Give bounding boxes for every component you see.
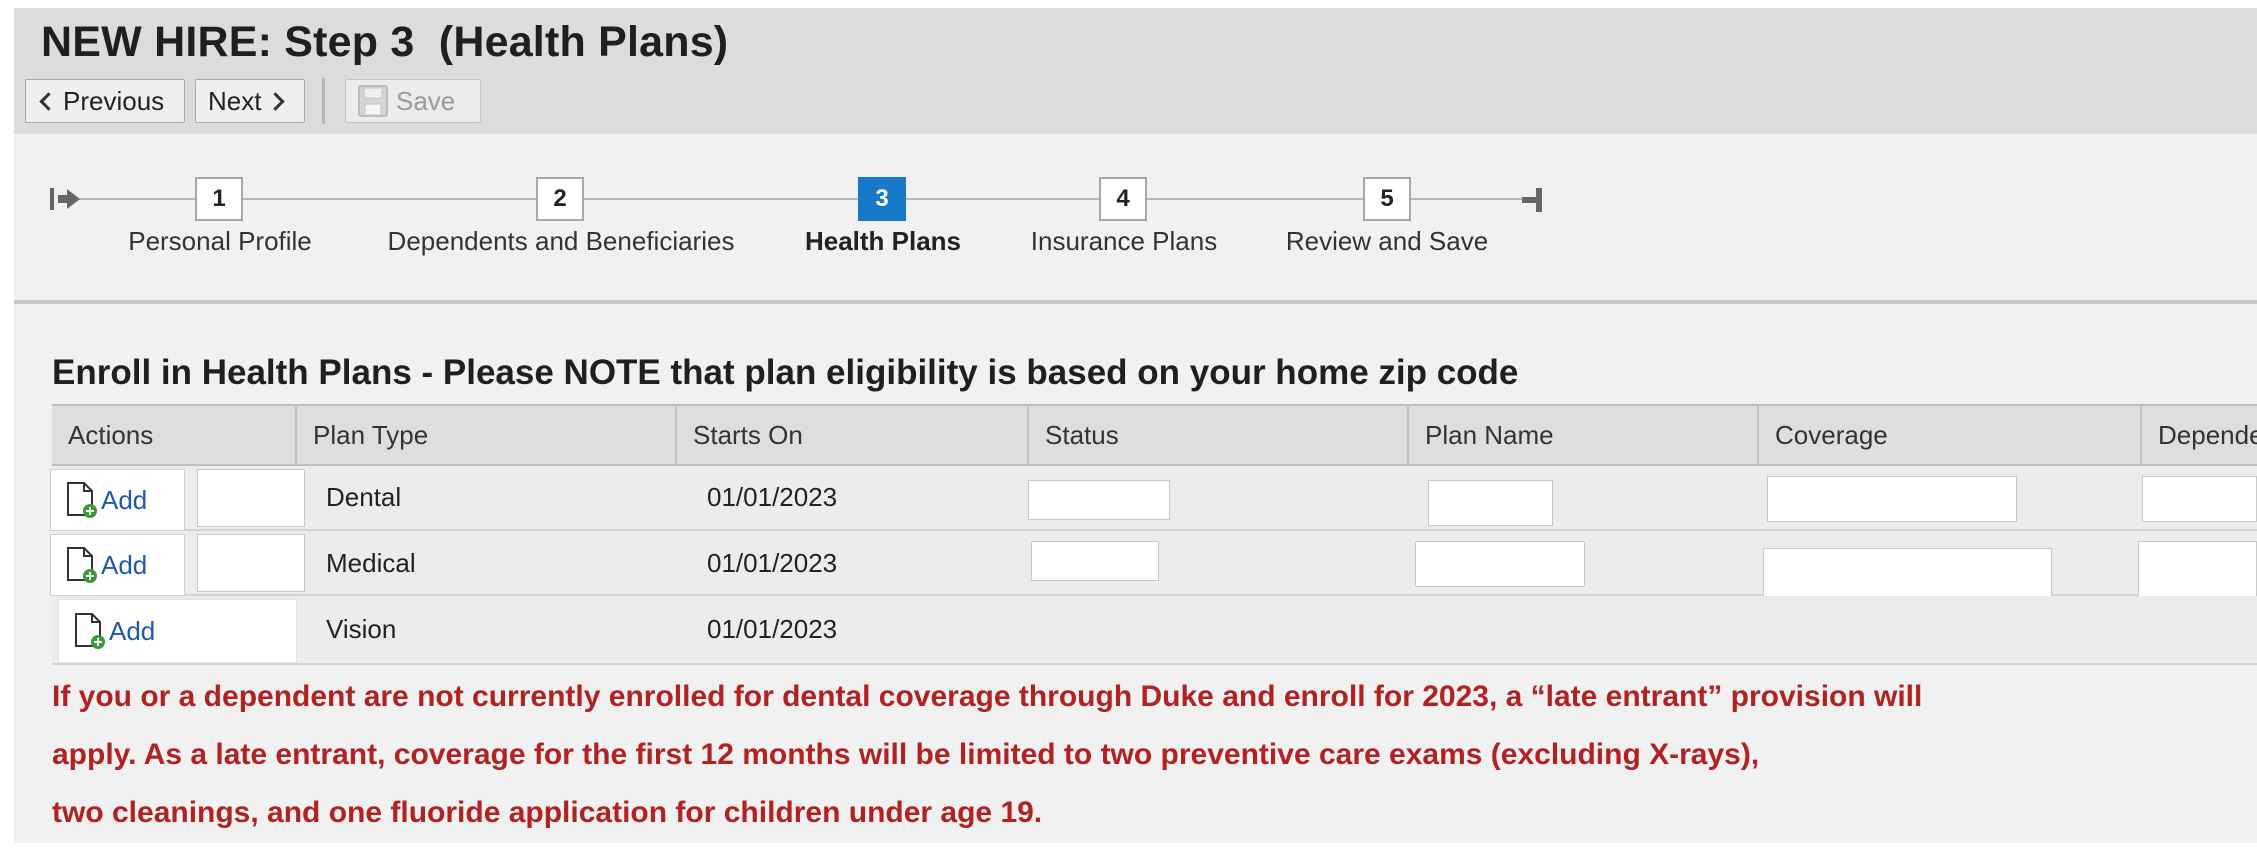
add-link-text[interactable]: Add	[101, 485, 147, 516]
header-bar: NEW HIRE: Step 3 (Health Plans) Previous…	[14, 8, 2257, 134]
column-header-plan-type[interactable]: Plan Type	[295, 406, 675, 464]
table-header: Actions Plan Type Starts On Status Plan …	[52, 404, 2257, 466]
plan-type-cell: Dental	[326, 482, 402, 512]
step-track	[76, 198, 1526, 200]
save-button[interactable]: Save	[345, 79, 481, 123]
add-link-text[interactable]: Add	[101, 550, 147, 581]
starts-on-cell: 01/01/2023	[707, 614, 838, 644]
column-header-plan-name[interactable]: Plan Name	[1407, 406, 1757, 464]
step-2-label[interactable]: Dependents and Beneficiaries	[388, 226, 735, 257]
status-field[interactable]	[1028, 480, 1170, 520]
step-4-label[interactable]: Insurance Plans	[1031, 226, 1217, 257]
section-title: Enroll in Health Plans - Please NOTE tha…	[52, 353, 1519, 392]
late-entrant-notice-line-3: two cleanings, and one fluoride applicat…	[52, 796, 1043, 829]
next-button[interactable]: Next	[195, 79, 305, 123]
add-document-icon	[75, 613, 105, 649]
add-link-text[interactable]: Add	[109, 616, 155, 647]
health-plans-table: Actions Plan Type Starts On Status Plan …	[50, 404, 2257, 667]
previous-button[interactable]: Previous	[25, 79, 185, 123]
plan-name-field[interactable]	[1415, 541, 1585, 587]
status-field[interactable]	[1031, 541, 1159, 581]
plan-type-cell: Vision	[326, 614, 397, 644]
previous-label: Previous	[63, 85, 165, 116]
add-document-icon	[67, 482, 97, 518]
start-arrow-icon	[50, 188, 80, 210]
table-row: Add Vision 01/01/2023	[52, 596, 2257, 665]
starts-on-cell: 01/01/2023	[707, 482, 838, 512]
chevron-left-icon	[39, 91, 58, 111]
page: NEW HIRE: Step 3 (Health Plans) Previous…	[14, 8, 2257, 843]
step-indicator: 1 Personal Profile 2 Dependents and Bene…	[14, 134, 2257, 310]
plan-name-field[interactable]	[1428, 480, 1553, 526]
add-medical-button[interactable]: Add	[50, 534, 185, 596]
actions-field[interactable]	[197, 534, 305, 592]
add-dental-button[interactable]: Add	[50, 469, 185, 531]
table-row: Add Medical 01/01/2023	[50, 531, 2257, 602]
step-2-marker[interactable]: 2	[536, 177, 584, 221]
coverage-field[interactable]	[1763, 548, 2052, 602]
column-header-coverage[interactable]: Coverage	[1757, 406, 2140, 464]
save-icon	[358, 85, 388, 117]
step-4-marker[interactable]: 4	[1099, 177, 1147, 221]
step-5-label[interactable]: Review and Save	[1286, 226, 1488, 257]
step-1-label[interactable]: Personal Profile	[128, 226, 312, 257]
section-divider	[14, 300, 2257, 304]
step-1-marker[interactable]: 1	[195, 177, 243, 221]
starts-on-cell: 01/01/2023	[707, 548, 838, 578]
plan-type-cell: Medical	[326, 548, 416, 578]
coverage-field[interactable]	[1767, 476, 2017, 522]
add-document-icon	[67, 547, 97, 583]
chevron-right-icon	[266, 91, 286, 111]
step-5-marker[interactable]: 5	[1363, 177, 1411, 221]
save-label: Save	[396, 85, 456, 116]
column-header-actions[interactable]: Actions	[52, 406, 295, 464]
table-row: Add Dental 01/01/2023	[50, 466, 2257, 531]
dependents-field[interactable]	[2138, 541, 2257, 597]
end-marker-icon	[1522, 188, 1542, 212]
page-title: NEW HIRE: Step 3 (Health Plans)	[41, 18, 729, 66]
column-header-dependents[interactable]: Depende	[2140, 406, 2257, 464]
late-entrant-notice-line-1: If you or a dependent are not currently …	[52, 680, 1923, 713]
step-3-label[interactable]: Health Plans	[805, 226, 961, 257]
late-entrant-notice-line-2: apply. As a late entrant, coverage for t…	[52, 738, 1760, 771]
step-3-marker[interactable]: 3	[858, 177, 906, 221]
dependents-field[interactable]	[2142, 476, 2257, 522]
column-header-starts-on[interactable]: Starts On	[675, 406, 1027, 464]
actions-field[interactable]	[197, 469, 305, 527]
add-vision-button[interactable]: Add	[58, 599, 297, 663]
toolbar-separator	[322, 78, 325, 124]
column-header-status[interactable]: Status	[1027, 406, 1407, 464]
next-label: Next	[208, 85, 262, 116]
